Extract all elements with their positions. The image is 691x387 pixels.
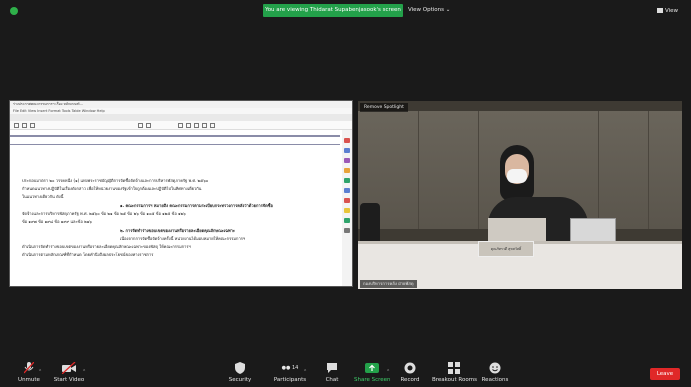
chat-button[interactable]: Chat [322,362,342,383]
video-options-caret-icon[interactable]: ⌃ [82,369,86,375]
comment-icon [194,123,199,128]
doc-text-line: ข้อ ๑๙๗ ข้อ ๑๙๘ ข้อ ๑๙๙ และข้อ ๒๑๖ [22,219,92,224]
draw-icon [186,123,191,128]
smiley-icon [489,362,501,374]
edit-tool-icon [344,148,350,153]
more-tools-icon [344,228,350,233]
share-options-caret-icon[interactable]: ⌃ [386,369,390,375]
spotlight-video[interactable]: คุณภัทรวดี สุขสวัสดิ์ Remove Spotlight ก… [358,101,682,289]
grid-view-icon [657,8,663,13]
unmute-label: Unmute [18,377,40,383]
doc-text-line: ดำเนินการตามหลักเกณฑ์ที่กำหนด โดยคำนึงถึ… [22,252,154,257]
page-header-line [10,135,340,137]
wall-seam [648,111,649,229]
share-screen-icon [365,363,379,373]
breakout-rooms-label: Breakout Rooms [432,377,477,383]
monitor [488,218,546,242]
print-icon [22,123,27,128]
comment-tool-icon [344,178,350,183]
participant-name-label: กองบริหารการคลัง ฝ่ายพัสดุ [360,280,417,288]
breakout-rooms-icon [448,362,460,374]
save-icon [14,123,19,128]
highlight-icon [178,123,183,128]
shield-icon [235,362,245,374]
record-button[interactable]: Record [398,362,422,383]
start-video-button[interactable]: Start Video [52,362,86,383]
protect-tool-icon [344,198,350,203]
participants-label: Participants [273,377,307,383]
participants-count: 14 [291,365,299,371]
security-button[interactable]: Security [226,362,254,383]
face-mask [507,169,527,183]
start-video-label: Start Video [53,377,85,383]
doc-page: ประกอบมาตรา ๒๐ วรรคหนึ่ง (๑) แห่งพระราชบ… [10,130,340,286]
share-screen-button[interactable]: Share Screen [354,362,391,383]
record-label: Record [400,377,420,383]
stamp-tool-icon [344,208,350,213]
doc-text-line: ดำเนินการจัดทำร่างขอบเขตของงานหรือรายละเ… [22,244,191,249]
export-tool-icon [344,158,350,163]
view-button[interactable]: View [657,6,683,16]
view-button-label: View [665,8,679,14]
breakout-rooms-button[interactable]: Breakout Rooms [432,362,477,383]
doc-ribbon-tabs: หน้าแรกแทรกการออกแบบเค้าโครงการอ้างอิงกา… [10,114,352,132]
desk-nameplate: คุณภัทรวดี สุขสวัสดิ์ [478,241,534,257]
doc-titlebar: ร่างประกาศคณะกรรมการฯ เรื่อง หลักเกณฑ์..… [10,101,352,108]
share-screen-label: Share Screen [354,377,391,383]
mic-muted-icon [24,362,34,374]
zoom-in-icon [146,123,151,128]
reactions-label: Reactions [481,377,509,383]
doc-text-line: ๒. การจัดทำร่างขอบเขตของงานหรือรายละเอีย… [120,228,236,233]
chat-bubble-icon [327,363,337,373]
wall-seam [478,111,479,229]
wall-seam [418,111,419,229]
doc-toolbar [10,121,352,130]
view-options-button[interactable]: View Options ⌄ [408,4,450,17]
viewing-screen-banner: You are viewing Thidarat Supabenjasook's… [263,4,403,17]
doc-text-line: จัดจ้างและการบริหารพัสดุภาครัฐ พ.ศ. ๒๕๖๐… [22,211,186,216]
fill-sign-icon [344,188,350,193]
audio-options-caret-icon[interactable]: ⌃ [38,369,42,375]
doc-side-panel [342,130,352,286]
leave-button[interactable]: Leave [650,368,680,380]
zoom-out-icon [138,123,143,128]
chat-label: Chat [325,377,339,383]
security-shield-icon[interactable] [10,7,18,15]
participants-caret-icon[interactable]: ⌃ [303,369,307,375]
video-off-icon [62,362,76,374]
pdf-tool-icon [344,138,350,143]
wall-seam [598,111,599,229]
reactions-button[interactable]: Reactions [480,362,510,383]
record-icon [404,362,416,374]
doc-text-line: เนื่องจากการจัดซื้อจัดจ้างครั้งนี้ หน่วย… [120,236,246,241]
zoom-icon [30,123,35,128]
remove-spotlight-label[interactable]: Remove Spotlight [360,103,408,112]
share-icon [202,123,207,128]
security-label: Security [228,377,252,383]
doc-text-line: ประกอบมาตรา ๒๐ วรรคหนึ่ง (๑) แห่งพระราชบ… [22,178,209,183]
more-icon [210,123,215,128]
shared-screen-document: ร่างประกาศคณะกรรมการฯ เรื่อง หลักเกณฑ์..… [9,100,353,287]
doc-text-line: ๑. คณะกรรมการฯ หมายถึง คณะกรรมการตามระเบ… [120,203,273,208]
doc-text-line: กำหนดแนวทางปฏิบัติในเรื่องดังกล่าว เพื่อ… [22,186,202,191]
organize-tool-icon [344,168,350,173]
compare-tool-icon [344,218,350,223]
doc-text-line: ในแนวทางเดียวกัน ดังนี้ [22,194,64,199]
page-header-line [10,144,340,145]
